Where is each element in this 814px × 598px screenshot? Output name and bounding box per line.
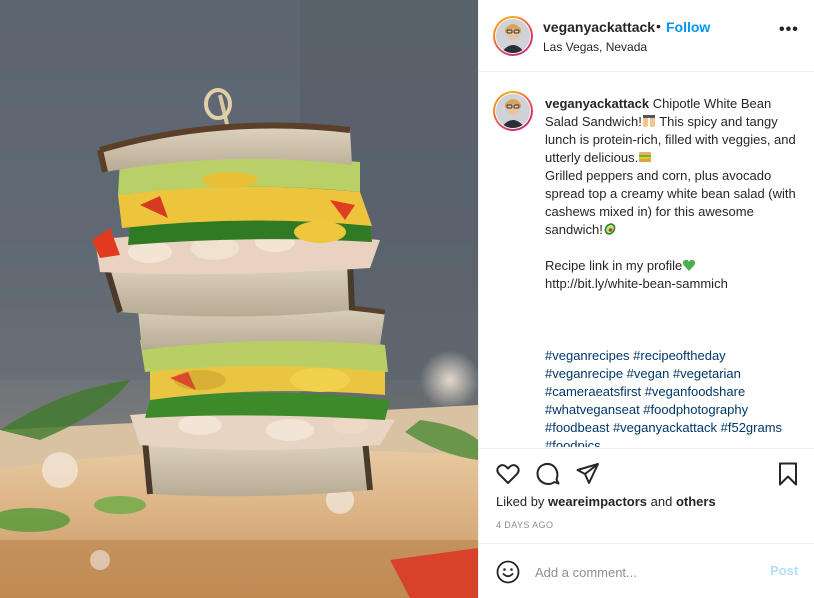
header-separator: • bbox=[656, 18, 661, 34]
avatar-person-icon bbox=[496, 19, 530, 53]
post-header: veganyackattack • Follow Las Vegas, Neva… bbox=[479, 0, 814, 72]
location-link[interactable]: Las Vegas, Nevada bbox=[543, 40, 647, 54]
comment-input[interactable] bbox=[535, 562, 755, 582]
paper-plane-icon[interactable] bbox=[575, 461, 601, 487]
caption-avatar[interactable] bbox=[493, 91, 533, 131]
caption-text: Recipe link in my profile bbox=[545, 258, 683, 273]
comment-box: Post bbox=[479, 543, 814, 598]
caption-text: Grilled peppers and corn, plus avocado s… bbox=[545, 168, 796, 237]
post-actions: Liked by weareimpactors and others 4 DAY… bbox=[479, 448, 814, 543]
post-comment-button[interactable]: Post bbox=[770, 563, 798, 578]
caption-hashtags[interactable]: #veganrecipes #recipeoftheday #veganreci… bbox=[545, 347, 805, 447]
likes-others-link[interactable]: others bbox=[676, 494, 716, 509]
post-caption: veganyackattack Chipotle White Bean Sala… bbox=[545, 95, 805, 447]
sandwich-emoji-icon bbox=[639, 152, 652, 162]
header-username[interactable]: veganyackattack bbox=[543, 19, 655, 35]
liker-username[interactable]: weareimpactors bbox=[548, 494, 647, 509]
follow-button[interactable]: Follow bbox=[666, 19, 710, 35]
likes-summary: Liked by weareimpactors and others bbox=[496, 494, 716, 509]
smiley-icon[interactable] bbox=[495, 559, 521, 585]
raising-hands-emoji-icon bbox=[642, 115, 655, 127]
post-timestamp[interactable]: 4 DAYS AGO bbox=[496, 520, 553, 530]
avatar-person-icon bbox=[496, 94, 530, 128]
caption-username[interactable]: veganyackattack bbox=[545, 96, 649, 111]
green-heart-emoji-icon bbox=[683, 259, 696, 271]
avatar[interactable] bbox=[493, 16, 533, 56]
avatar-photo bbox=[496, 94, 530, 128]
post-side-panel: veganyackattack • Follow Las Vegas, Neva… bbox=[478, 0, 814, 598]
post-image[interactable] bbox=[0, 0, 478, 598]
avocado-emoji-icon bbox=[604, 223, 616, 235]
caption-link[interactable]: http://bit.ly/white-bean-sammich bbox=[545, 276, 728, 291]
more-horizontal-icon[interactable]: ••• bbox=[779, 22, 799, 44]
avatar-photo bbox=[496, 19, 530, 53]
comment-icon[interactable] bbox=[535, 461, 561, 487]
likes-prefix: Liked by bbox=[496, 494, 549, 509]
likes-middle: and bbox=[647, 494, 676, 509]
instagram-post-view: veganyackattack • Follow Las Vegas, Neva… bbox=[0, 0, 814, 598]
bookmark-icon[interactable] bbox=[775, 461, 801, 487]
heart-icon[interactable] bbox=[495, 461, 521, 487]
sandwich-photo bbox=[0, 0, 478, 598]
